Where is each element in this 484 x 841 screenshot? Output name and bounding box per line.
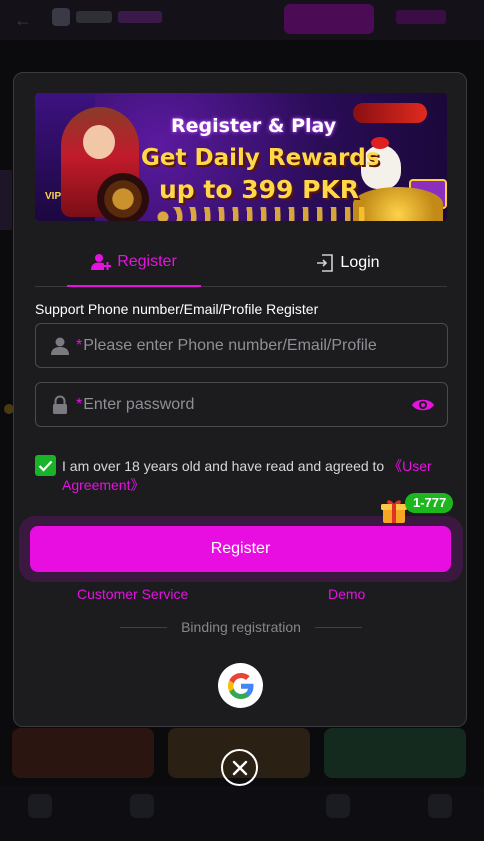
- google-login-button[interactable]: [218, 663, 263, 708]
- google-icon: [227, 672, 253, 699]
- password-input[interactable]: [82, 395, 411, 414]
- account-input[interactable]: [82, 336, 447, 355]
- tab-login-label: Login: [340, 254, 380, 271]
- user-icon: [48, 336, 72, 356]
- auth-tabs: Register Login: [35, 239, 447, 287]
- checkmark-icon: [38, 460, 53, 472]
- promo-banner: VIP Register & Play Get Daily Rewards up…: [35, 93, 447, 221]
- background-back-icon: ←: [14, 10, 32, 30]
- tab-login[interactable]: Login: [281, 239, 415, 287]
- banner-line-3: up to 399 PKR: [159, 175, 360, 204]
- tab-register-label: Register: [117, 253, 177, 270]
- background-side-strip: [0, 170, 12, 230]
- gift-icon: [381, 500, 407, 523]
- agreement-text: I am over 18 years old and have read and…: [62, 458, 432, 493]
- close-modal-button[interactable]: [221, 749, 258, 786]
- banner-line-2: Get Daily Rewards: [141, 145, 380, 171]
- banner-line-1: Register & Play: [171, 115, 337, 137]
- demo-link[interactable]: Demo: [328, 586, 365, 602]
- tab-register[interactable]: Register: [67, 239, 201, 287]
- background-header-link: [396, 10, 446, 24]
- background-top-bar: ←: [0, 0, 484, 40]
- agree-checkbox[interactable]: [35, 455, 56, 476]
- background-game-card: [12, 728, 154, 778]
- lock-icon: [48, 395, 72, 415]
- login-door-icon: [317, 254, 334, 272]
- binding-label: Binding registration: [181, 619, 301, 635]
- close-icon: [232, 760, 247, 775]
- background-bottom-nav: [0, 786, 484, 841]
- user-add-icon: [91, 254, 112, 270]
- register-button[interactable]: Register: [30, 526, 451, 572]
- account-field[interactable]: *: [35, 323, 448, 368]
- eye-icon[interactable]: [411, 397, 435, 413]
- register-modal: VIP Register & Play Get Daily Rewards up…: [13, 72, 467, 727]
- gold-pile-illustration: [353, 187, 443, 221]
- binding-divider: Binding registration: [120, 619, 363, 635]
- background-header-button: [284, 4, 374, 34]
- password-field[interactable]: *: [35, 382, 448, 427]
- support-hint: Support Phone number/Email/Profile Regis…: [35, 301, 319, 317]
- coins-illustration: [155, 207, 365, 221]
- promo-badge: 1-777: [405, 493, 454, 513]
- roulette-illustration: [97, 173, 149, 221]
- vip-tag: VIP: [45, 191, 62, 202]
- background-game-card: [324, 728, 466, 778]
- plane-illustration: [353, 103, 427, 123]
- background-logo: [52, 8, 172, 30]
- customer-service-link[interactable]: Customer Service: [77, 586, 188, 602]
